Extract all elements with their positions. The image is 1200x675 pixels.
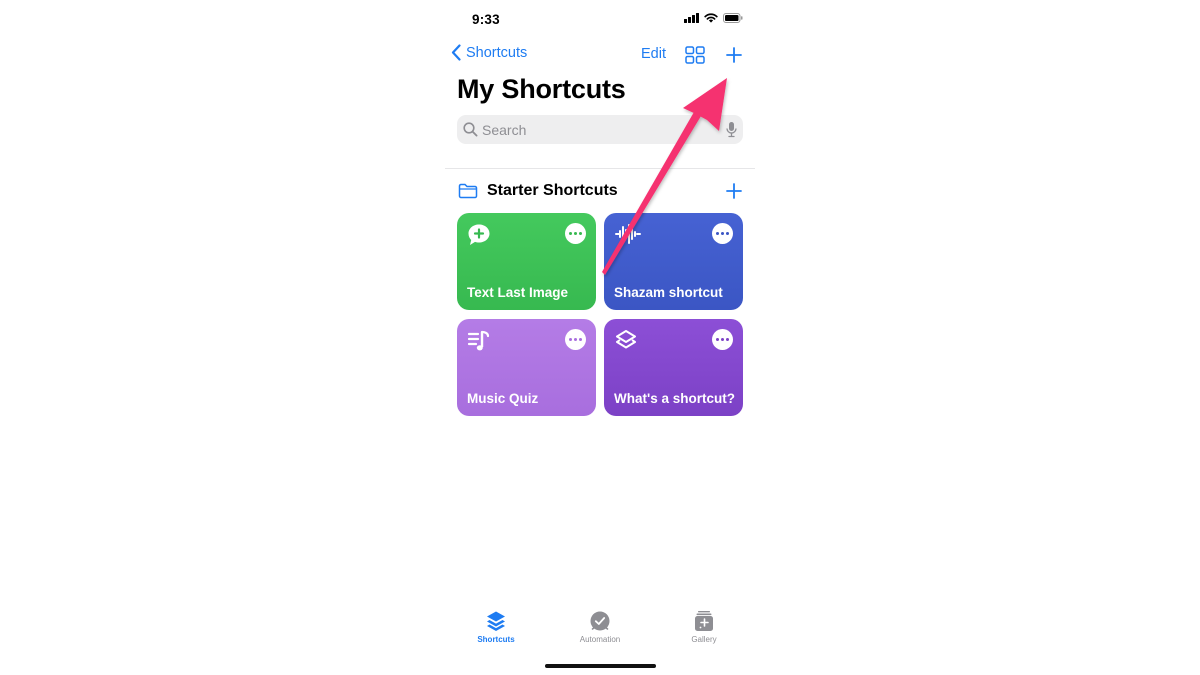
folder-title: Starter Shortcuts [487, 182, 618, 199]
more-options-button[interactable] [712, 223, 733, 244]
add-shortcut-button[interactable] [725, 46, 743, 69]
shortcut-label: What's a shortcut? [614, 391, 735, 406]
wifi-icon [704, 13, 718, 23]
tab-gallery[interactable]: Gallery [664, 610, 744, 644]
cellular-signal-icon [684, 13, 699, 23]
microphone-icon[interactable] [726, 121, 737, 138]
shortcut-card-text-last-image[interactable]: Text Last Image [457, 213, 596, 310]
more-options-button[interactable] [565, 329, 586, 350]
shortcut-label: Music Quiz [467, 391, 539, 406]
more-options-button[interactable] [712, 329, 733, 350]
grid-view-icon [685, 46, 705, 64]
divider [445, 168, 755, 169]
shortcut-label: Shazam shortcut [614, 285, 723, 300]
search-input[interactable] [482, 121, 712, 138]
status-time: 9:33 [472, 12, 500, 27]
edit-button[interactable]: Edit [641, 46, 666, 62]
gallery-sparkle-icon [695, 611, 713, 631]
message-plus-icon [468, 224, 490, 245]
waveform-icon [615, 224, 641, 244]
grid-view-button[interactable] [685, 46, 705, 69]
folder-icon [458, 183, 478, 199]
chevron-left-icon [451, 44, 461, 61]
add-to-folder-button[interactable] [725, 182, 743, 205]
shortcut-card-whats-a-shortcut[interactable]: What's a shortcut? [604, 319, 743, 416]
tab-shortcuts[interactable]: Shortcuts [456, 610, 536, 644]
plus-icon [726, 47, 742, 63]
phone-screen: 9:33 Shortcuts Edit My Shortcuts Search … [445, 0, 755, 675]
clock-check-icon [590, 611, 610, 631]
layers-icon [487, 611, 505, 631]
layers-icon [616, 330, 636, 349]
page-title: My Shortcuts [457, 74, 626, 104]
tab-automation[interactable]: Automation [560, 610, 640, 644]
tab-label: Shortcuts [477, 635, 515, 644]
shortcut-card-music-quiz[interactable]: Music Quiz [457, 319, 596, 416]
shortcut-card-shazam[interactable]: Shazam shortcut [604, 213, 743, 310]
search-field[interactable] [457, 115, 743, 144]
music-list-icon [467, 330, 490, 351]
tab-label: Gallery [691, 635, 717, 644]
magnifying-glass-icon [463, 122, 478, 137]
tab-label: Automation [579, 635, 621, 644]
folder-header[interactable]: Starter Shortcuts [458, 182, 618, 200]
home-indicator[interactable] [545, 664, 656, 668]
plus-icon [726, 183, 742, 199]
tab-bar: Shortcuts Automation Gallery [445, 610, 755, 650]
battery-icon [723, 13, 743, 23]
back-button[interactable]: Shortcuts [451, 44, 527, 61]
shortcut-label: Text Last Image [467, 285, 569, 300]
more-options-button[interactable] [565, 223, 586, 244]
status-icons [684, 13, 743, 23]
back-button-label: Shortcuts [466, 44, 528, 61]
